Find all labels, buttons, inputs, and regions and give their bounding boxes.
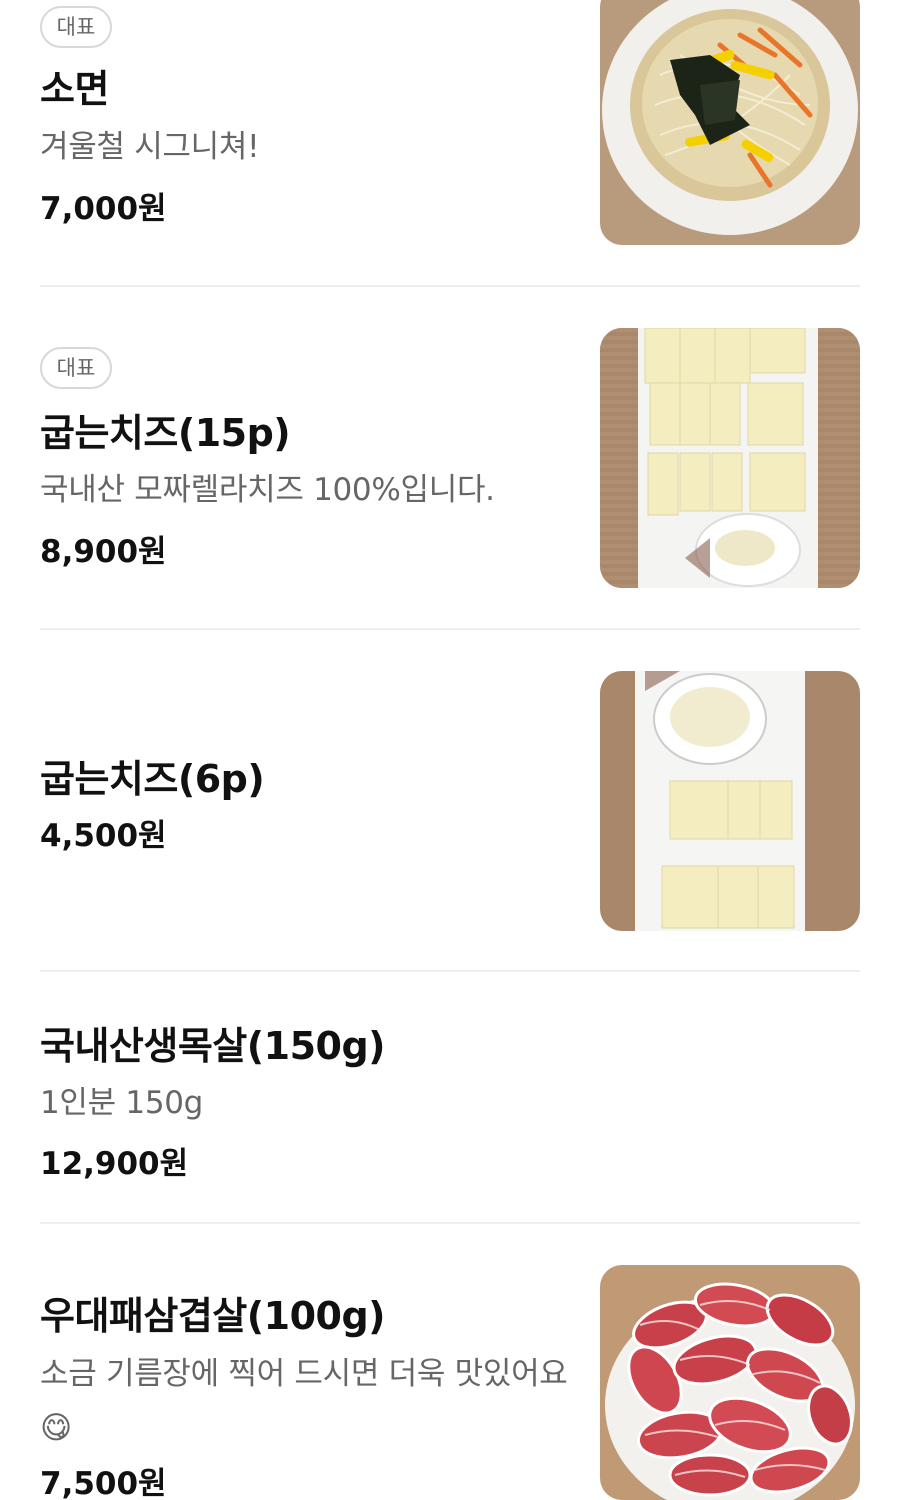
signature-badge: 대표 <box>40 347 112 389</box>
menu-item-name: 굽는치즈(6p) <box>40 757 265 801</box>
cheese-platter-small-photo[interactable] <box>600 671 860 931</box>
menu-item-description: 소금 기름장에 찍어 드시면 더욱 맛있어요😋 <box>40 1356 568 1446</box>
divider <box>40 628 860 630</box>
divider <box>40 285 860 287</box>
menu-item-price: 7,500원 <box>40 1466 167 1500</box>
menu-item-price: 7,000원 <box>40 191 167 227</box>
divider <box>40 970 860 972</box>
signature-badge: 대표 <box>40 6 112 48</box>
menu-item-price: 12,900원 <box>40 1146 189 1182</box>
noodle-soup-photo[interactable] <box>600 0 860 245</box>
menu-item-price: 4,500원 <box>40 818 167 854</box>
menu-item-name: 국내산생목살(150g) <box>40 1024 386 1068</box>
divider <box>40 1222 860 1224</box>
menu-item-description: 1인분 150g <box>40 1085 204 1121</box>
menu-item-price: 8,900원 <box>40 534 167 570</box>
cheese-platter-photo[interactable] <box>600 328 860 588</box>
pork-belly-photo[interactable] <box>600 1265 860 1500</box>
menu-item-name: 소면 <box>40 67 109 111</box>
menu-item-name: 우대패삼겹살(100g) <box>40 1294 386 1338</box>
menu-item-name: 굽는치즈(15p) <box>40 411 291 455</box>
menu-item-description: 겨울철 시그니쳐! <box>40 129 260 165</box>
menu-item-description: 국내산 모짜렐라치즈 100%입니다. <box>40 472 495 508</box>
